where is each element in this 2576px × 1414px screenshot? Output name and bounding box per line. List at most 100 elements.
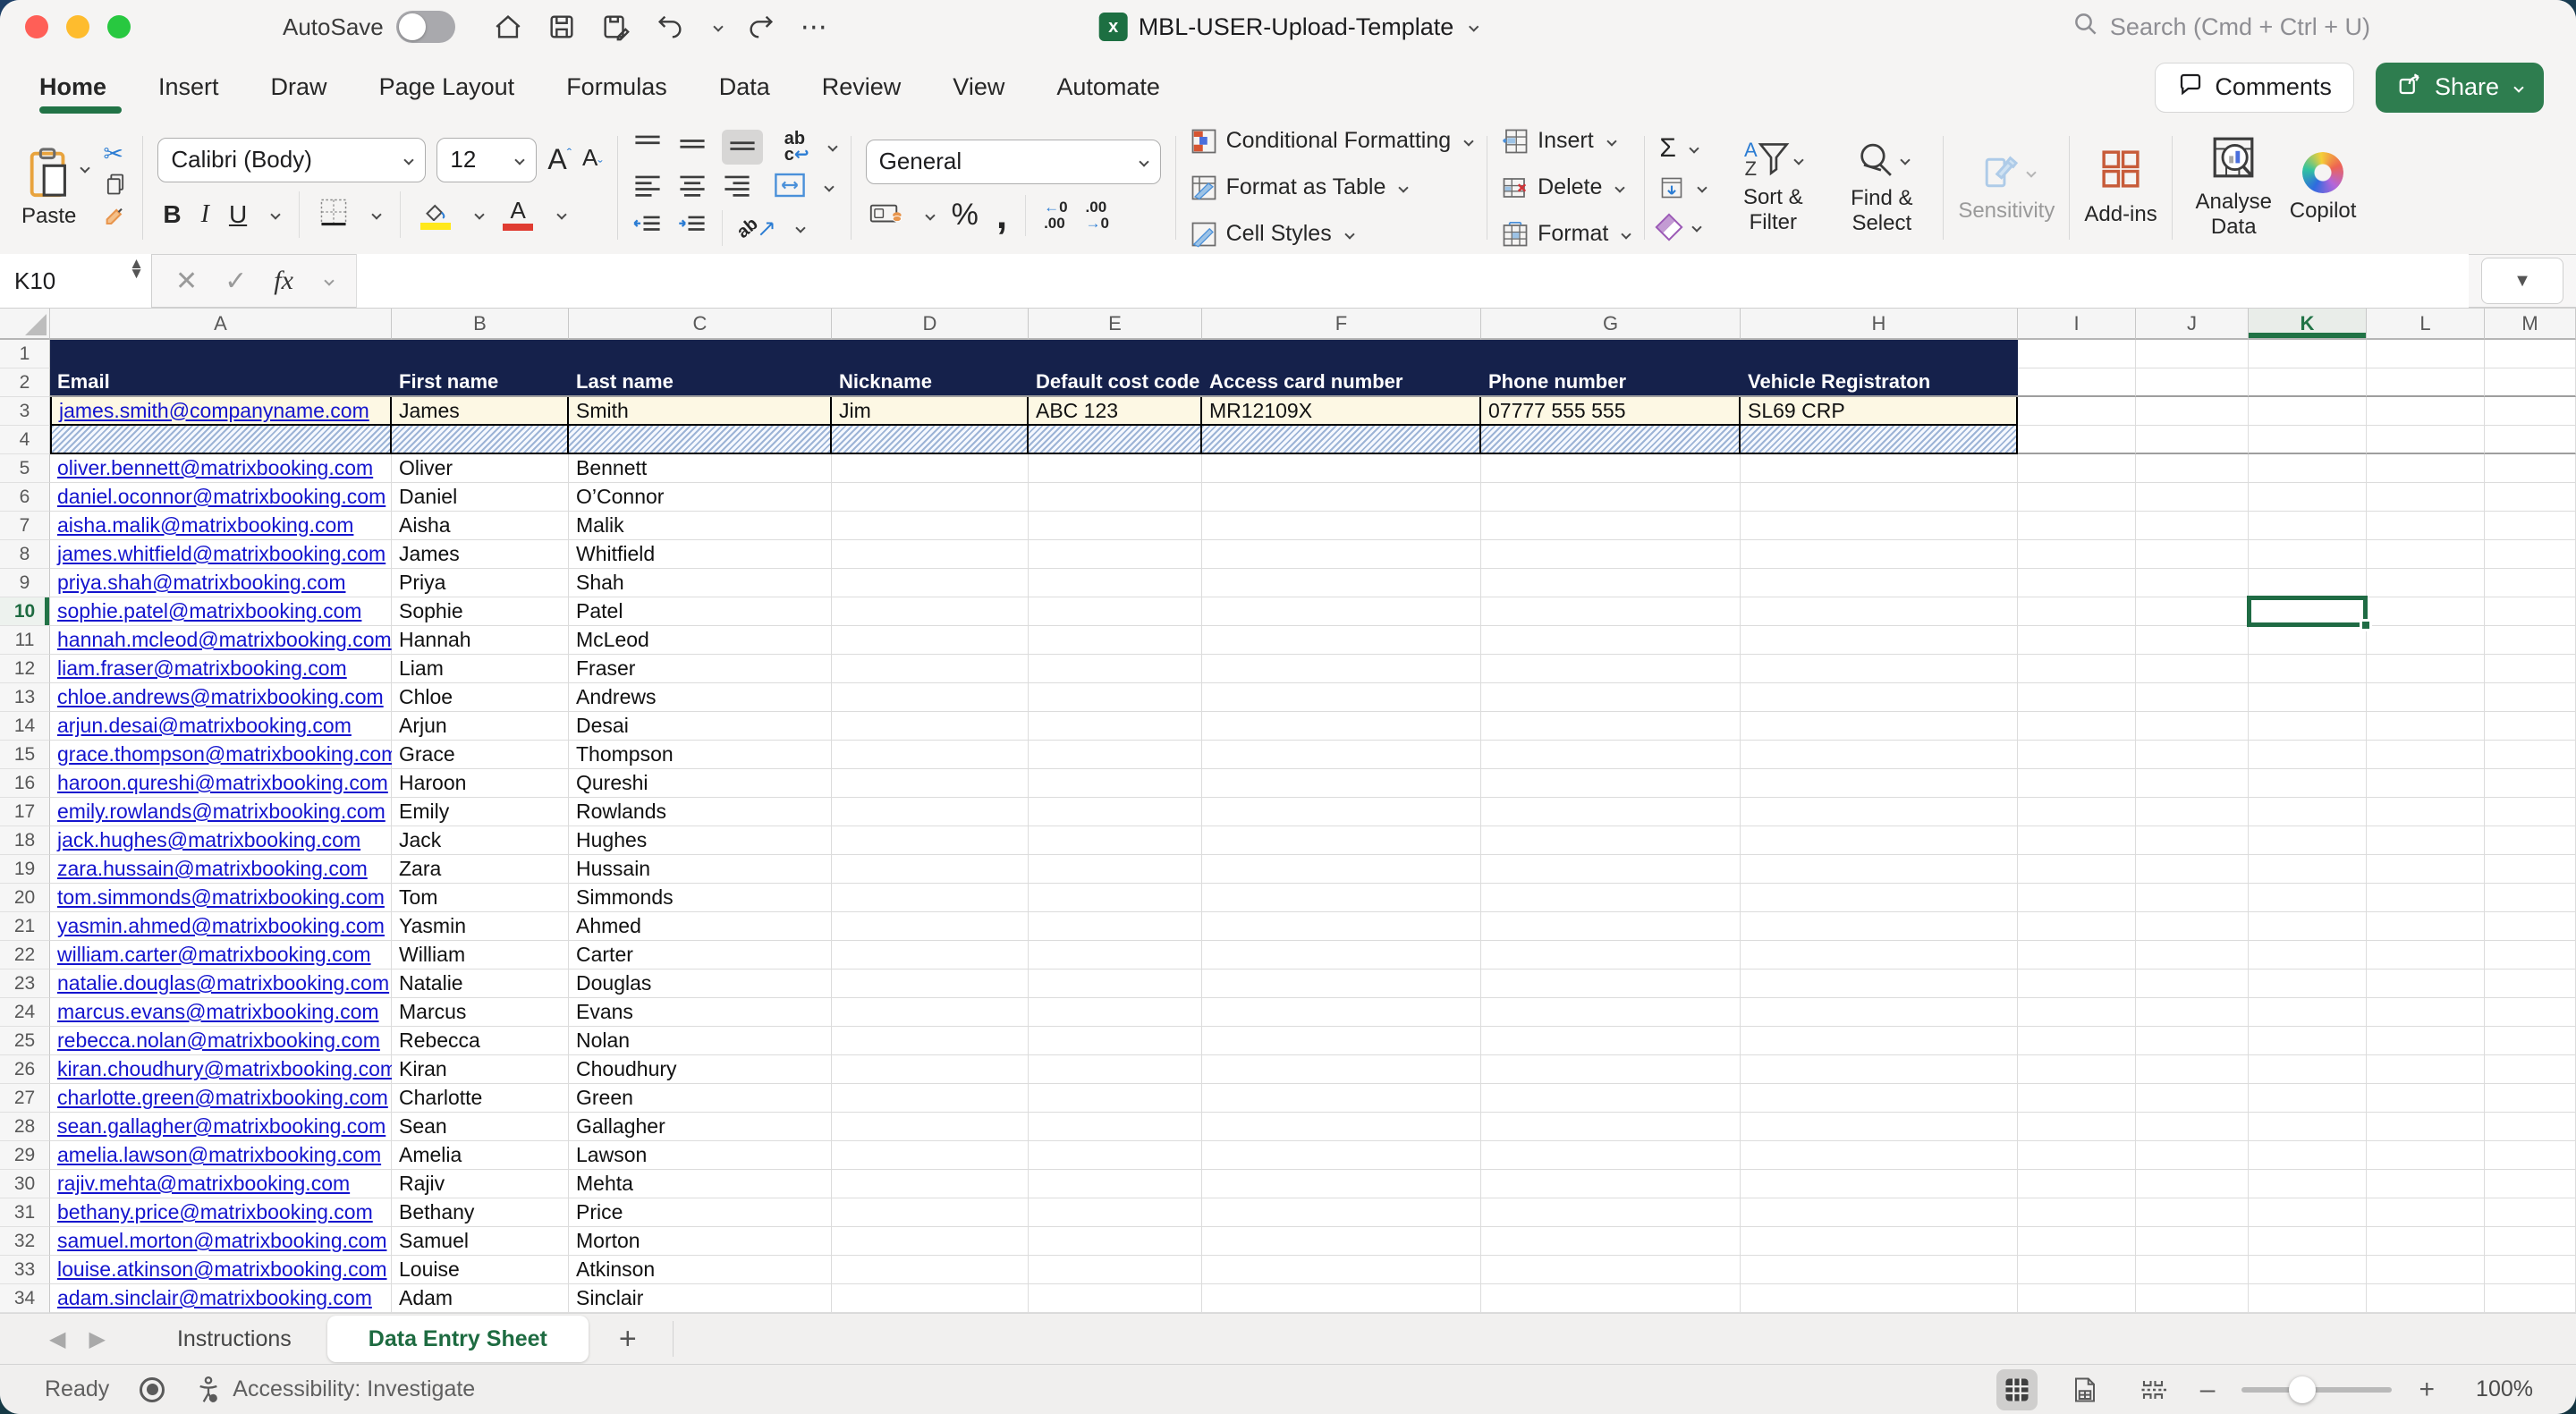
cell-K28[interactable] [2249, 1113, 2367, 1141]
column-header-F[interactable]: F [1202, 309, 1481, 340]
cell-J5[interactable] [2136, 454, 2249, 483]
cell-M6[interactable] [2485, 483, 2576, 512]
cell-F20[interactable] [1202, 884, 1481, 912]
cell-G31[interactable] [1481, 1198, 1741, 1227]
cell-C18[interactable]: Hughes [569, 826, 832, 855]
cell-D21[interactable] [832, 912, 1029, 941]
cell-L23[interactable] [2367, 969, 2485, 998]
fill-handle[interactable] [2360, 619, 2372, 631]
cell-M23[interactable] [2485, 969, 2576, 998]
cell-A32[interactable]: samuel.morton@matrixbooking.com [50, 1227, 392, 1256]
cell-I9[interactable] [2018, 569, 2136, 597]
cell-L22[interactable] [2367, 941, 2485, 969]
row-header-30[interactable]: 30 [0, 1170, 50, 1198]
cell-J8[interactable] [2136, 540, 2249, 569]
save-icon[interactable] [547, 12, 577, 42]
autosum-button[interactable]: Σ [1659, 132, 1706, 165]
cell-F22[interactable] [1202, 941, 1481, 969]
cell-G17[interactable] [1481, 798, 1741, 826]
cell-L6[interactable] [2367, 483, 2485, 512]
row-header-11[interactable]: 11 [0, 626, 50, 655]
cell-A22[interactable]: william.carter@matrixbooking.com [50, 941, 392, 969]
document-title[interactable]: x MBL-USER-Upload-Template [1099, 0, 1478, 54]
cell-L30[interactable] [2367, 1170, 2485, 1198]
cell-C6[interactable]: O’Connor [569, 483, 832, 512]
row-header-3[interactable]: 3 [0, 397, 50, 426]
cell-K15[interactable] [2249, 741, 2367, 769]
cell-C10[interactable]: Patel [569, 597, 832, 626]
sort-filter-button[interactable]: AZ Sort & Filter [1724, 140, 1822, 234]
row-header-28[interactable]: 28 [0, 1113, 50, 1141]
row-header-19[interactable]: 19 [0, 855, 50, 884]
cell-C14[interactable]: Desai [569, 712, 832, 741]
cell-B2[interactable]: First name [392, 368, 569, 397]
cell-K1[interactable] [2249, 340, 2367, 368]
cell-E9[interactable] [1029, 569, 1202, 597]
column-header-M[interactable]: M [2485, 309, 2576, 340]
email-link[interactable]: charlotte.green@matrixbooking.com [57, 1086, 388, 1110]
sheet-tab-data-entry-sheet[interactable]: Data Entry Sheet [327, 1316, 589, 1362]
bold-button[interactable]: B [163, 200, 181, 229]
cell-C12[interactable]: Fraser [569, 655, 832, 683]
cell-G4[interactable] [1481, 426, 1741, 454]
cell-H24[interactable] [1741, 998, 2018, 1027]
cell-H16[interactable] [1741, 769, 2018, 798]
cell-I16[interactable] [2018, 769, 2136, 798]
email-link[interactable]: arjun.desai@matrixbooking.com [57, 714, 352, 738]
ribbon-tab-home[interactable]: Home [39, 54, 106, 121]
cell-E15[interactable] [1029, 741, 1202, 769]
cell-I34[interactable] [2018, 1284, 2136, 1313]
analyse-data-button[interactable]: Analyse Data [2187, 136, 2281, 240]
cell-F5[interactable] [1202, 454, 1481, 483]
cell-D5[interactable] [832, 454, 1029, 483]
cell-E34[interactable] [1029, 1284, 1202, 1313]
increase-indent-icon[interactable] [677, 214, 708, 241]
cell-C20[interactable]: Simmonds [569, 884, 832, 912]
cell-F7[interactable] [1202, 512, 1481, 540]
cell-A26[interactable]: kiran.choudhury@matrixbooking.com [50, 1055, 392, 1084]
cell-C11[interactable]: McLeod [569, 626, 832, 655]
cell-C32[interactable]: Morton [569, 1227, 832, 1256]
cell-G28[interactable] [1481, 1113, 1741, 1141]
cell-L21[interactable] [2367, 912, 2485, 941]
cell-E14[interactable] [1029, 712, 1202, 741]
cell-I13[interactable] [2018, 683, 2136, 712]
cell-B30[interactable]: Rajiv [392, 1170, 569, 1198]
cell-M29[interactable] [2485, 1141, 2576, 1170]
ribbon-tab-formulas[interactable]: Formulas [566, 54, 667, 121]
cell-E31[interactable] [1029, 1198, 1202, 1227]
cell-F11[interactable] [1202, 626, 1481, 655]
row-header-32[interactable]: 32 [0, 1227, 50, 1256]
cell-A33[interactable]: louise.atkinson@matrixbooking.com [50, 1256, 392, 1284]
cell-E11[interactable] [1029, 626, 1202, 655]
cell-D29[interactable] [832, 1141, 1029, 1170]
wrap-text-icon[interactable]: abc↩ [784, 131, 809, 163]
cell-E33[interactable] [1029, 1256, 1202, 1284]
cell-E29[interactable] [1029, 1141, 1202, 1170]
cell-F30[interactable] [1202, 1170, 1481, 1198]
cell-I18[interactable] [2018, 826, 2136, 855]
cell-F8[interactable] [1202, 540, 1481, 569]
cell-J7[interactable] [2136, 512, 2249, 540]
cell-C5[interactable]: Bennett [569, 454, 832, 483]
email-link[interactable]: natalie.douglas@matrixbooking.com [57, 971, 389, 995]
cell-A3[interactable]: james.smith@companyname.com [50, 397, 392, 426]
row-header-18[interactable]: 18 [0, 826, 50, 855]
cell-M26[interactable] [2485, 1055, 2576, 1084]
cell-I21[interactable] [2018, 912, 2136, 941]
row-header-4[interactable]: 4 [0, 426, 50, 454]
cell-E6[interactable] [1029, 483, 1202, 512]
cell-I33[interactable] [2018, 1256, 2136, 1284]
cell-D27[interactable] [832, 1084, 1029, 1113]
cell-L13[interactable] [2367, 683, 2485, 712]
cell-H30[interactable] [1741, 1170, 2018, 1198]
merge-center-chevron[interactable] [824, 182, 834, 191]
accounting-format-icon[interactable] [869, 199, 903, 231]
cell-L16[interactable] [2367, 769, 2485, 798]
paste-dropdown-chevron[interactable] [80, 163, 90, 173]
cell-I28[interactable] [2018, 1113, 2136, 1141]
cell-E10[interactable] [1029, 597, 1202, 626]
cell-L18[interactable] [2367, 826, 2485, 855]
cell-C15[interactable]: Thompson [569, 741, 832, 769]
cell-H29[interactable] [1741, 1141, 2018, 1170]
